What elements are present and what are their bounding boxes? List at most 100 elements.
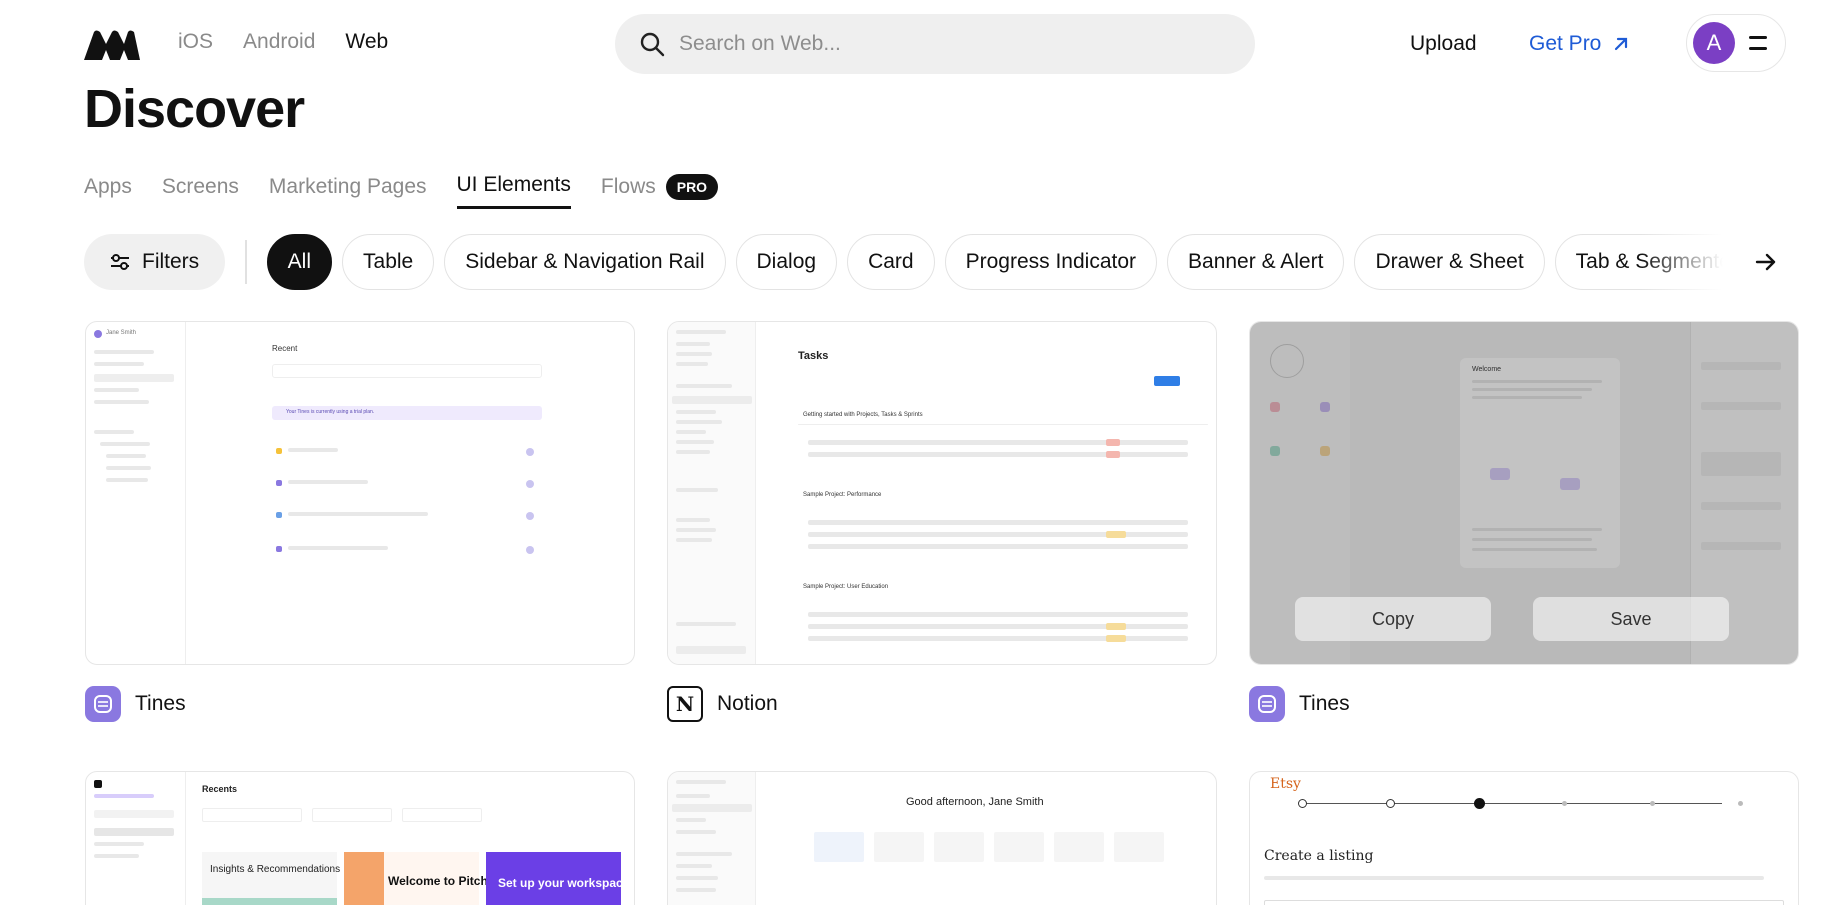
preview-tile: Welcome to Pitch! [344, 852, 492, 905]
preview-row [808, 624, 1188, 629]
sliders-icon [111, 254, 129, 270]
page-title: Discover [84, 79, 305, 139]
category-chips: Filters All Table Sidebar & Navigation R… [84, 234, 1784, 290]
preview-step [1650, 801, 1655, 806]
preview-row [808, 440, 1188, 445]
filters-button[interactable]: Filters [84, 234, 226, 290]
preview-line [676, 518, 710, 522]
element-card-preview[interactable]: Tasks Getting started with Projects, Tas… [667, 321, 1217, 665]
preview-line [676, 450, 710, 454]
preview-progress-line [1302, 803, 1722, 804]
app-name: Notion [717, 692, 778, 715]
save-button[interactable]: Save [1533, 597, 1729, 641]
card-app-label[interactable]: N Notion [667, 686, 778, 722]
preview-tag [1106, 635, 1126, 642]
preview-search [272, 364, 542, 378]
preview-section: Getting started with Projects, Tasks & S… [803, 412, 923, 418]
preview-line [676, 330, 726, 334]
notion-icon: N [667, 686, 703, 722]
tab-apps[interactable]: Apps [84, 175, 132, 208]
preview-icon [276, 480, 282, 486]
preview-icon [276, 546, 282, 552]
get-pro-link[interactable]: Get Pro [1529, 32, 1629, 56]
arrow-right-icon[interactable] [1752, 248, 1780, 276]
chip-drawer-sheet[interactable]: Drawer & Sheet [1354, 234, 1545, 290]
preview-line [106, 466, 151, 470]
tab-screens[interactable]: Screens [162, 175, 239, 208]
chip-banner-alert[interactable]: Banner & Alert [1167, 234, 1345, 290]
preview-avatar [94, 330, 102, 338]
preview-line [676, 528, 716, 532]
platform-ios[interactable]: iOS [178, 30, 213, 54]
preview-line [676, 384, 732, 388]
preview-line [94, 794, 154, 798]
preview-line [288, 546, 388, 550]
preview-row [808, 452, 1188, 457]
preview-tile: Insights & Recommendations [202, 852, 341, 905]
preview-page-tile [934, 832, 984, 862]
chip-progress-indicator[interactable]: Progress Indicator [944, 234, 1158, 290]
tab-ui-elements[interactable]: UI Elements [456, 173, 571, 209]
preview-line [94, 362, 144, 366]
platform-android[interactable]: Android [243, 30, 315, 54]
preview-line [288, 512, 428, 516]
search-bar[interactable] [615, 14, 1255, 74]
preview-line [676, 876, 718, 880]
preview-line [676, 440, 714, 444]
element-card-preview[interactable]: Good afternoon, Jane Smith [667, 771, 1217, 905]
mobbin-logo-icon[interactable] [84, 30, 140, 60]
preview-line [676, 352, 712, 356]
preview-line [676, 420, 722, 424]
element-card-preview[interactable]: Jane Smith Recent Your Tines is currentl… [85, 321, 635, 665]
preview-line [676, 488, 718, 492]
preview-step [1386, 799, 1395, 808]
tines-icon [85, 686, 121, 722]
search-input[interactable] [679, 32, 1239, 56]
preview-line [676, 830, 716, 834]
preview-step [1474, 798, 1485, 809]
preview-line [288, 480, 368, 484]
preview-tile-text: Welcome to Pitch! [388, 874, 492, 888]
app-name: Tines [1299, 692, 1350, 715]
preview-dot [526, 546, 534, 554]
preview-sidebar [668, 772, 756, 905]
preview-line [676, 794, 710, 798]
preview-line [676, 410, 716, 414]
preview-tile-text: Insights & Recommendations [210, 864, 341, 875]
preview-greeting: Good afternoon, Jane Smith [906, 796, 1044, 808]
platform-web[interactable]: Web [345, 30, 388, 54]
tab-flows[interactable]: Flows PRO [601, 173, 719, 209]
element-card-preview[interactable]: Etsy Create a listing [1249, 771, 1799, 905]
copy-button[interactable]: Copy [1295, 597, 1491, 641]
preview-line [676, 818, 706, 822]
preview-line [94, 810, 174, 818]
element-card-preview[interactable]: Welcome Copy Save [1249, 321, 1799, 665]
preview-sidebar [668, 322, 756, 664]
preview-line [94, 374, 174, 382]
preview-sidebar [86, 772, 186, 905]
preview-line [676, 646, 746, 654]
chip-table[interactable]: Table [342, 234, 435, 290]
chip-card[interactable]: Card [847, 234, 935, 290]
card-app-label[interactable]: Tines [85, 686, 186, 722]
preview-heading: Recent [272, 344, 298, 353]
preview-page-tile [814, 832, 864, 862]
chip-sidebar-navigation-rail[interactable]: Sidebar & Navigation Rail [444, 234, 726, 290]
pro-badge: PRO [665, 173, 719, 200]
card-app-label[interactable]: Tines [1249, 686, 1350, 722]
preview-template [312, 808, 392, 822]
chip-all[interactable]: All [266, 234, 333, 290]
account-menu-button[interactable]: A [1686, 14, 1786, 72]
preview-upload-area [1264, 900, 1784, 905]
preview-heading: Create a listing [1264, 848, 1374, 864]
preview-section: Sample Project: Performance [803, 492, 882, 498]
chip-dialog[interactable]: Dialog [735, 234, 838, 290]
preview-line [676, 622, 736, 626]
preview-line [106, 478, 148, 482]
tab-marketing-pages[interactable]: Marketing Pages [269, 175, 427, 208]
preview-sidebar: Jane Smith [86, 322, 186, 664]
preview-tag [1106, 531, 1126, 538]
upload-button[interactable]: Upload [1410, 32, 1477, 56]
preview-banner: Your Tines is currently using a trial pl… [272, 406, 542, 420]
element-card-preview[interactable]: Recents Insights & Recommendations Welco… [85, 771, 635, 905]
